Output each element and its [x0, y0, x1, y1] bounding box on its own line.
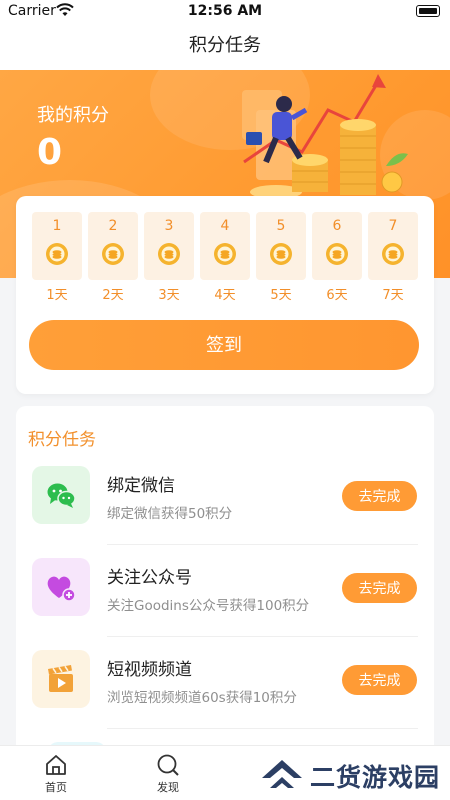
- section-title: 积分任务: [28, 430, 96, 450]
- clock: 12:56 AM: [187, 3, 263, 19]
- task-item-bind-wechat: 绑定微信 绑定微信获得50积分 去完成: [16, 453, 434, 545]
- signin-day: 7 7天: [368, 212, 418, 304]
- divider: [107, 728, 418, 729]
- task-icon-wrap: [32, 558, 90, 616]
- signin-day: 3 3天: [144, 212, 194, 304]
- task-item-short-video: 短视频频道 浏览短视频频道60s获得10积分 去完成: [16, 637, 434, 729]
- tab-label: 发现: [157, 781, 179, 794]
- day-label: 5天: [270, 288, 292, 303]
- signin-day: 5 5天: [256, 212, 306, 304]
- coin-icon: [214, 243, 236, 265]
- discover-icon: [157, 754, 179, 776]
- watermark: 二货游戏园: [258, 752, 448, 796]
- coin-icon: [382, 243, 404, 265]
- signin-day: 1 1天: [32, 212, 82, 304]
- status-bar: Carrier 12:56 AM: [0, 0, 450, 22]
- go-complete-button[interactable]: 去完成: [342, 665, 417, 695]
- tab-home[interactable]: 首页: [26, 752, 86, 798]
- signin-button[interactable]: 签到: [29, 320, 419, 370]
- battery-icon: [416, 5, 440, 17]
- day-label: 4天: [214, 288, 236, 303]
- my-points-label: 我的积分: [37, 105, 109, 126]
- day-label: 1天: [46, 288, 68, 303]
- day-number: 5: [276, 218, 286, 234]
- day-number: 6: [332, 218, 342, 234]
- coin-icon: [46, 243, 68, 265]
- signin-card: 1 1天 2 2天 3 3天 4 4天 5 5天 6 6天 7 7天 签到: [16, 196, 434, 394]
- day-label: 7天: [382, 288, 404, 303]
- clapperboard-icon: [48, 665, 73, 692]
- home-icon: [46, 755, 66, 775]
- task-desc: 绑定微信获得50积分: [107, 506, 233, 522]
- day-number: 2: [108, 218, 118, 234]
- coin-icon: [270, 243, 292, 265]
- page-title: 积分任务: [189, 35, 261, 56]
- day-number: 7: [388, 218, 398, 234]
- wechat-icon: [47, 483, 76, 508]
- day-number: 1: [52, 218, 62, 234]
- tab-label: 首页: [45, 781, 67, 794]
- coin-icon: [158, 243, 180, 265]
- day-label: 3天: [158, 288, 180, 303]
- task-list-card: 积分任务 绑定微信 绑定微信获得50积分 去完成 关注公众号 关注Goodins…: [16, 406, 434, 800]
- task-title: 短视频频道: [107, 660, 192, 680]
- coin-icon: [326, 243, 348, 265]
- day-label: 6天: [326, 288, 348, 303]
- day-number: 4: [220, 218, 230, 234]
- signin-days: 1 1天 2 2天 3 3天 4 4天 5 5天 6 6天 7 7天: [32, 212, 418, 304]
- coin-icon: [102, 243, 124, 265]
- day-label: 2天: [102, 288, 124, 303]
- heart-plus-icon: [47, 576, 76, 602]
- watermark-logo-icon: [262, 760, 302, 788]
- tab-discover[interactable]: 发现: [138, 752, 198, 798]
- task-desc: 浏览短视频频道60s获得10积分: [107, 690, 297, 706]
- signin-day: 6 6天: [312, 212, 362, 304]
- task-title: 关注公众号: [107, 568, 192, 588]
- task-icon-wrap: [32, 650, 90, 708]
- day-number: 3: [164, 218, 174, 234]
- task-icon-wrap: [32, 466, 90, 524]
- task-title: 绑定微信: [107, 476, 175, 496]
- points-value: 0: [37, 132, 63, 173]
- signin-day: 2 2天: [88, 212, 138, 304]
- watermark-text: 二货游戏园: [310, 763, 441, 792]
- growth-illustration-icon: [242, 74, 408, 199]
- go-complete-button[interactable]: 去完成: [342, 573, 417, 603]
- task-desc: 关注Goodins公众号获得100积分: [107, 598, 310, 614]
- go-complete-button[interactable]: 去完成: [342, 481, 417, 511]
- signin-day: 4 4天: [200, 212, 250, 304]
- task-item-follow-official-account: 关注公众号 关注Goodins公众号获得100积分 去完成: [16, 545, 434, 637]
- nav-bar: 积分任务: [0, 22, 450, 70]
